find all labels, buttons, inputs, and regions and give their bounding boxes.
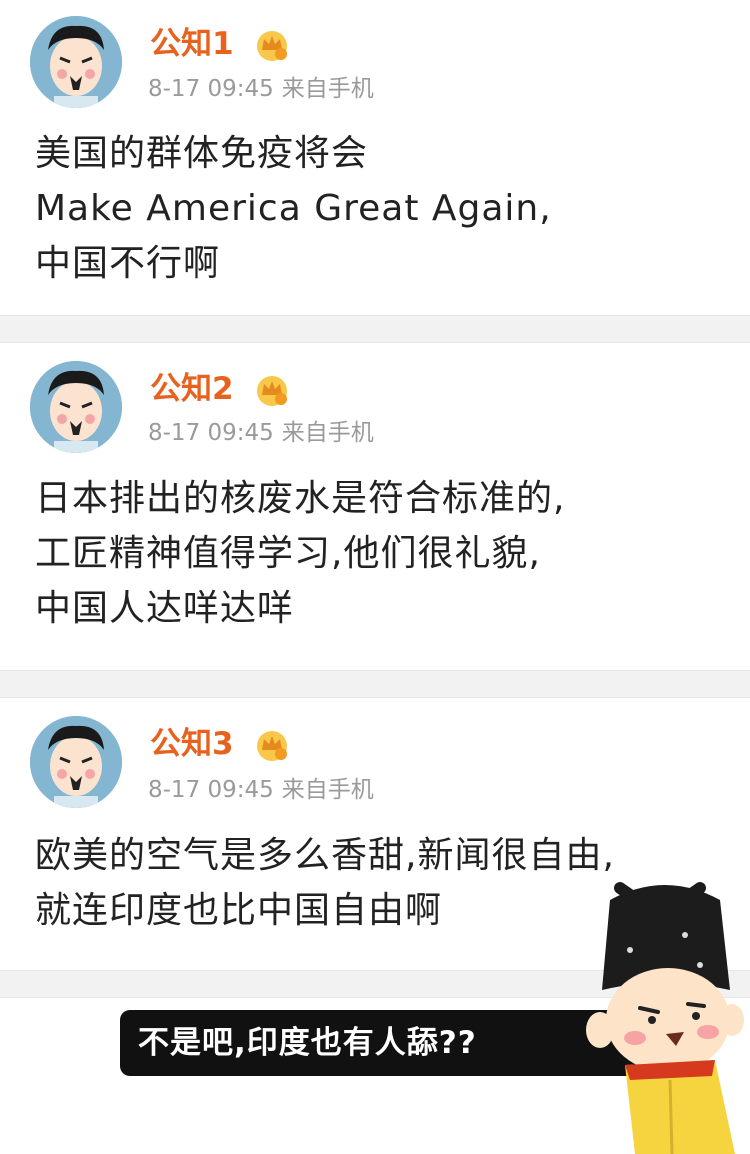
content-line: Make America Great Again, bbox=[35, 188, 552, 229]
post-time: 8-17 09:45 bbox=[148, 76, 274, 102]
post-card-1: 公知1 8-17 09:45 来自手机 美国的群体免疫将会 Make Americ… bbox=[0, 0, 750, 315]
content-line: 欧美的空气是多么香甜,新闻很自由, bbox=[35, 835, 615, 876]
username[interactable]: 公知2 bbox=[150, 369, 234, 409]
post-meta: 8-17 09:45 来自手机 bbox=[148, 74, 382, 104]
post-source: 来自手机 bbox=[281, 420, 374, 446]
meme-caption: 不是吧,印度也有人舔?? bbox=[120, 1010, 660, 1076]
content-line: 工匠精神值得学习,他们很礼貌, bbox=[35, 533, 541, 574]
avatar[interactable] bbox=[30, 16, 122, 108]
post-meta: 8-17 09:45 来自手机 bbox=[148, 418, 382, 448]
cartoon-avatar-icon bbox=[30, 361, 122, 453]
content-line: 美国的群体免疫将会 bbox=[35, 133, 369, 174]
username[interactable]: 公知3 bbox=[150, 724, 234, 764]
post-content: 日本排出的核废水是符合标准的, 工匠精神值得学习,他们很礼貌, 中国人达咩达咩 bbox=[35, 471, 725, 636]
post-source: 来自手机 bbox=[281, 76, 374, 102]
content-line: 日本排出的核废水是符合标准的, bbox=[35, 478, 566, 519]
post-content: 美国的群体免疫将会 Make America Great Again, 中国不行… bbox=[35, 126, 725, 291]
post-separator bbox=[0, 670, 750, 698]
avatar[interactable] bbox=[30, 716, 122, 808]
post-time: 8-17 09:45 bbox=[148, 420, 274, 446]
crown-vip-icon bbox=[257, 376, 287, 406]
cartoon-avatar-icon bbox=[30, 16, 122, 108]
cartoon-character-sticker bbox=[586, 882, 744, 1154]
content-line: 中国人达咩达咩 bbox=[35, 588, 295, 629]
post-time: 8-17 09:45 bbox=[148, 777, 274, 803]
post-meta: 8-17 09:45 来自手机 bbox=[148, 775, 382, 805]
crown-vip-icon bbox=[257, 731, 287, 761]
post-separator bbox=[0, 315, 750, 343]
crown-vip-icon bbox=[257, 31, 287, 61]
cartoon-avatar-icon bbox=[30, 716, 122, 808]
post-card-2: 公知2 8-17 09:45 来自手机 日本排出的核废水是符合标准的, 工匠精神值… bbox=[0, 343, 750, 670]
avatar[interactable] bbox=[30, 361, 122, 453]
content-line: 中国不行啊 bbox=[35, 243, 221, 284]
username[interactable]: 公知1 bbox=[150, 24, 234, 64]
post-source: 来自手机 bbox=[281, 777, 374, 803]
